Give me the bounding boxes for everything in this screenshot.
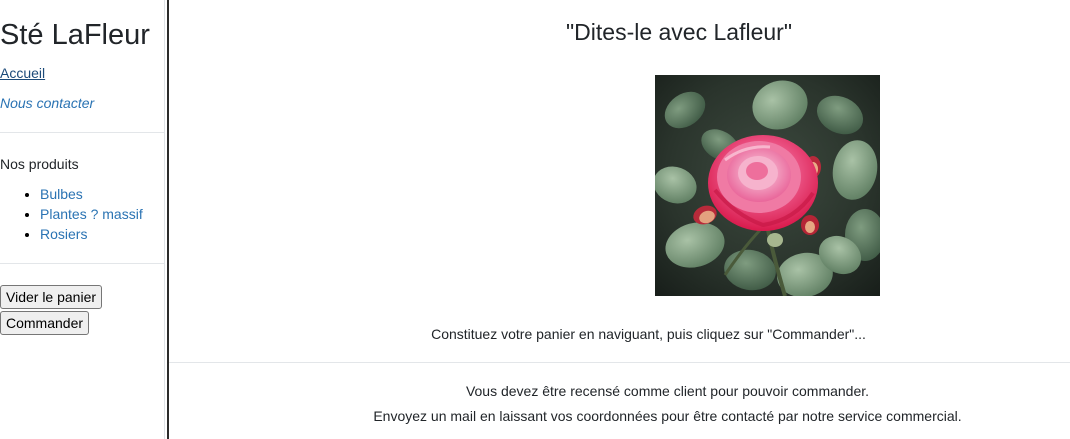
list-item: Bulbes	[40, 184, 143, 204]
product-link-bulbes[interactable]: Bulbes	[40, 186, 83, 202]
sidebar: Sté LaFleur Accueil Nous contacter Nos p…	[0, 0, 165, 439]
product-list: Bulbes Plantes ? massif Rosiers	[0, 184, 143, 244]
rose-image	[655, 75, 880, 296]
product-link-rosiers[interactable]: Rosiers	[40, 226, 87, 242]
main-divider	[169, 362, 1070, 363]
list-item: Plantes ? massif	[40, 204, 143, 224]
page: Sté LaFleur Accueil Nous contacter Nos p…	[0, 0, 1070, 439]
sidebar-divider	[0, 263, 164, 264]
intro-text: Constituez votre panier en naviguant, pu…	[169, 325, 1070, 343]
client-notice: Vous devez être recensé comme client pou…	[169, 382, 1070, 400]
order-button[interactable]: Commander	[0, 311, 90, 335]
main-content: "Dites-le avec Lafleur" Constituez votre…	[169, 0, 1070, 439]
page-title: "Dites-le avec Lafleur"	[566, 19, 792, 45]
contact-notice-text: Envoyez un mail en laissant vos coordonn…	[373, 408, 962, 424]
site-brand: Sté LaFleur	[0, 19, 150, 51]
empty-cart-button[interactable]: Vider le panier	[0, 285, 103, 309]
intro-text-content: Constituez votre panier en naviguant, pu…	[431, 326, 866, 342]
products-heading: Nos produits	[0, 156, 79, 172]
nav-link-contact[interactable]: Nous contacter	[0, 94, 94, 112]
rose-photo	[655, 75, 880, 296]
client-notice-text: Vous devez être recensé comme client pou…	[465, 383, 870, 399]
product-link-plantes[interactable]: Plantes ? massif	[40, 206, 143, 222]
sidebar-divider	[0, 132, 164, 133]
list-item: Rosiers	[40, 224, 143, 244]
contact-notice: Envoyez un mail en laissant vos coordonn…	[169, 407, 1070, 425]
nav-link-home[interactable]: Accueil	[0, 64, 45, 82]
